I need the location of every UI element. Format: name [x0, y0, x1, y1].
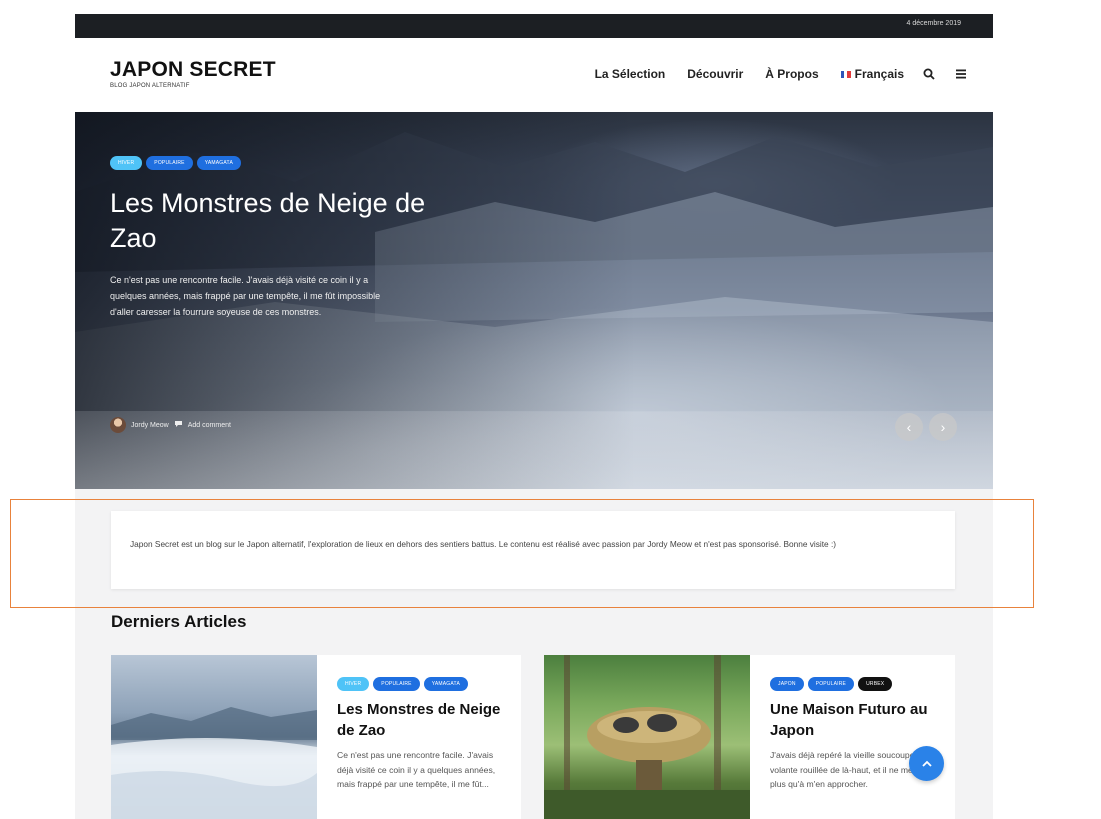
article-thumbnail[interactable] [111, 655, 317, 819]
article-title[interactable]: Les Monstres de Neige de Zao [337, 699, 507, 741]
site-header: JAPON SECRET BLOG JAPON ALTERNATIF La Sé… [75, 38, 993, 112]
article-excerpt: Ce n'est pas une rencontre facile. J'ava… [337, 750, 496, 789]
tag-urbex[interactable]: URBEX [858, 677, 893, 691]
author-avatar[interactable] [110, 417, 126, 433]
chevron-left-icon[interactable]: ‹ [895, 413, 923, 441]
nav-item-decouvrir[interactable]: Découvrir [687, 67, 743, 81]
author-name[interactable]: Jordy Meow [131, 422, 169, 429]
tag-hiver[interactable]: HIVER [337, 677, 370, 691]
hero-meta: Jordy Meow Add comment [110, 417, 231, 433]
language-switcher[interactable]: Français [840, 67, 904, 81]
france-flag-icon [840, 70, 851, 78]
language-label: Français [854, 67, 904, 81]
hero-tags: HIVER POPULAIRE YAMAGATA [110, 156, 241, 170]
tag-populaire[interactable]: POPULAIRE [807, 677, 855, 691]
article-body: HIVER POPULAIRE YAMAGATA Les Monstres de… [337, 677, 507, 792]
nav-item-selection[interactable]: La Sélection [595, 67, 666, 81]
tag-yamagata[interactable]: YAMAGATA [196, 156, 241, 170]
chevron-right-icon[interactable]: › [929, 413, 957, 441]
add-comment-link[interactable]: Add comment [188, 422, 231, 429]
article-tags: HIVER POPULAIRE YAMAGATA [337, 677, 507, 691]
site-tagline: BLOG JAPON ALTERNATIF [110, 83, 190, 89]
slider-arrows: ‹ › [895, 413, 957, 441]
article-thumbnail[interactable] [544, 655, 750, 819]
article-card[interactable]: HIVER POPULAIRE YAMAGATA Les Monstres de… [111, 655, 521, 819]
page: 4 décembre 2019 JAPON SECRET BLOG JAPON … [0, 0, 1101, 819]
article-image [544, 655, 750, 819]
site-title[interactable]: JAPON SECRET [110, 58, 276, 82]
tag-populaire[interactable]: POPULAIRE [146, 156, 193, 170]
hero-excerpt: Ce n'est pas une rencontre facile. J'ava… [110, 275, 381, 317]
hamburger-menu-icon[interactable] [954, 67, 968, 81]
article-image [111, 707, 317, 819]
top-bar: 4 décembre 2019 [75, 14, 993, 38]
search-icon[interactable] [922, 67, 936, 81]
tag-populaire[interactable]: POPULAIRE [373, 677, 420, 691]
article-tags: JAPON POPULAIRE URBEX [770, 677, 940, 691]
article-card[interactable]: JAPON POPULAIRE URBEX Une Maison Futuro … [544, 655, 955, 819]
site-logo[interactable]: JAPON SECRET BLOG JAPON ALTERNATIF [110, 58, 276, 89]
article-title[interactable]: Une Maison Futuro au Japon [770, 699, 940, 741]
tag-japon[interactable]: JAPON [770, 677, 804, 691]
current-date: 4 décembre 2019 [906, 20, 961, 27]
highlight-frame [10, 499, 1034, 608]
nav-item-a-propos[interactable]: À Propos [765, 67, 818, 81]
main-nav: La Sélection Découvrir À Propos Français [573, 67, 968, 81]
hero-title[interactable]: Les Monstres de Neige de Zao [110, 186, 470, 256]
tag-yamagata[interactable]: YAMAGATA [423, 677, 468, 691]
section-title: Derniers Articles [111, 612, 247, 631]
tag-hiver[interactable]: HIVER [110, 156, 143, 170]
chevron-up-icon[interactable] [909, 746, 944, 781]
comment-icon [174, 421, 182, 429]
hero-slider[interactable]: HIVER POPULAIRE YAMAGATA Les Monstres de… [75, 112, 993, 489]
